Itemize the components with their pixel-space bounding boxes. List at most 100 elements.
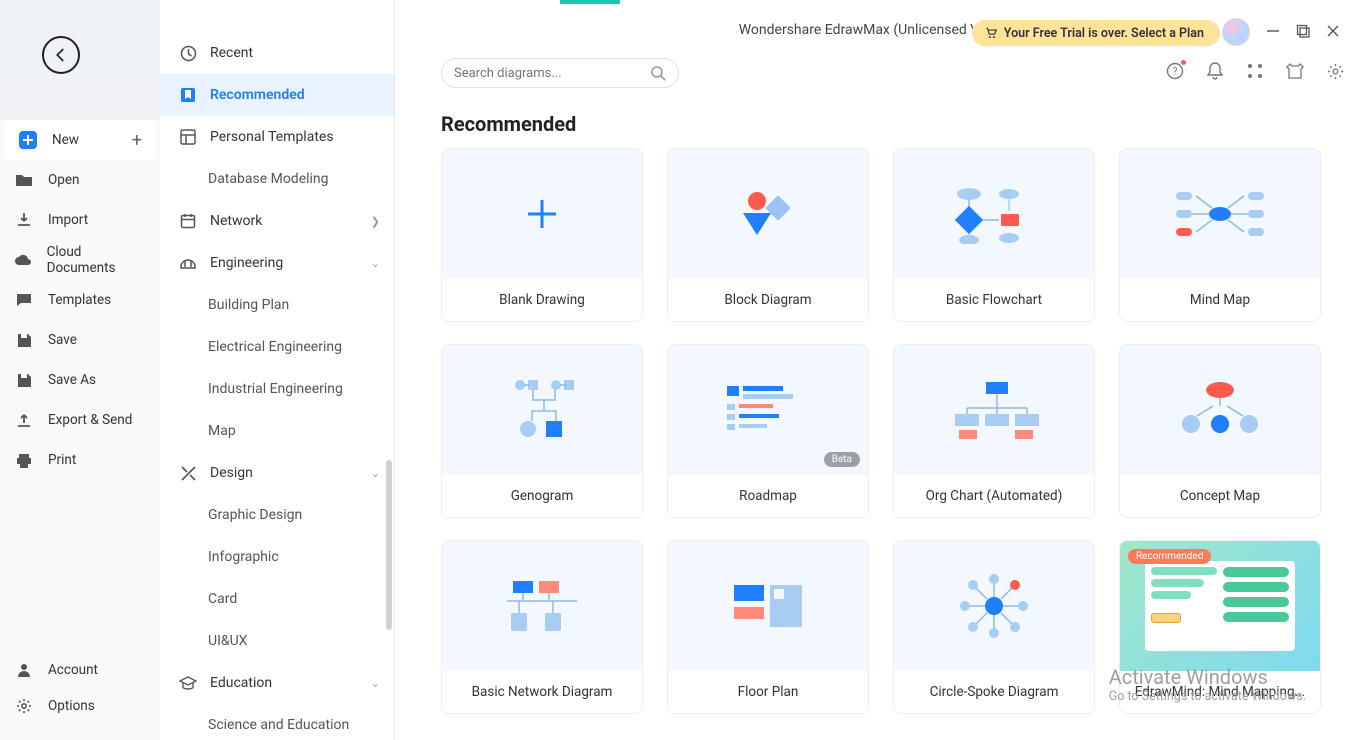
scrollbar[interactable]	[386, 460, 392, 630]
title-accent	[560, 0, 620, 4]
left-item-new[interactable]: New +	[4, 120, 156, 160]
search-input[interactable]	[454, 66, 650, 81]
template-card-net[interactable]: Basic Network Diagram	[441, 540, 643, 714]
label: Open	[48, 172, 79, 188]
avatar[interactable]	[1222, 18, 1250, 46]
plus-square-icon	[18, 130, 38, 150]
left-item-options[interactable]: Options	[0, 688, 160, 724]
template-card-blank[interactable]: Blank Drawing	[441, 148, 643, 322]
window-maximize[interactable]	[1296, 24, 1310, 38]
left-item-import[interactable]: Import	[0, 200, 160, 240]
layout-icon	[178, 127, 198, 147]
chevron-right-icon: ❯	[371, 215, 380, 228]
category-item-map[interactable]: Map	[160, 410, 394, 452]
template-label: Genogram	[442, 475, 642, 517]
calendar-icon	[178, 211, 198, 231]
search-box[interactable]	[441, 58, 679, 88]
bookmark-icon	[178, 85, 198, 105]
label: Database Modeling	[208, 171, 329, 187]
template-card-road[interactable]: BetaRoadmap	[667, 344, 869, 518]
folder-icon	[14, 170, 34, 190]
template-label: Blank Drawing	[442, 279, 642, 321]
app-title: Wondershare EdrawMax (Unlicensed Version…	[395, 22, 1366, 38]
left-rail-list: New + Open Import Cloud Documents Templa…	[0, 120, 160, 480]
toolbar-icons: ?	[1166, 62, 1344, 80]
label: Education	[210, 675, 272, 691]
left-item-cloud[interactable]: Cloud Documents	[0, 240, 160, 280]
template-label: Floor Plan	[668, 671, 868, 713]
left-item-saveas[interactable]: Save As	[0, 360, 160, 400]
apps-icon[interactable]	[1246, 62, 1264, 80]
category-item-network[interactable]: Network❯	[160, 200, 394, 242]
template-card-geno[interactable]: Genogram	[441, 344, 643, 518]
back-button[interactable]	[42, 36, 80, 74]
chevron-down-icon: ⌄	[371, 677, 380, 690]
template-card-org[interactable]: Org Chart (Automated)	[893, 344, 1095, 518]
upload-icon	[14, 410, 34, 430]
left-rail: New + Open Import Cloud Documents Templa…	[0, 0, 160, 740]
tshirt-icon[interactable]	[1286, 62, 1304, 80]
left-item-account[interactable]: Account	[0, 652, 160, 688]
template-label: Concept Map	[1120, 475, 1320, 517]
plus-icon[interactable]: +	[132, 130, 142, 151]
bell-icon[interactable]	[1206, 62, 1224, 80]
left-item-export[interactable]: Export & Send	[0, 400, 160, 440]
label: Print	[48, 452, 76, 468]
category-item-graphic[interactable]: Graphic Design	[160, 494, 394, 536]
left-item-templates[interactable]: Templates	[0, 280, 160, 320]
template-card-floor[interactable]: Floor Plan	[667, 540, 869, 714]
category-item-card[interactable]: Card	[160, 578, 394, 620]
left-item-save[interactable]: Save	[0, 320, 160, 360]
grad-icon	[178, 673, 198, 693]
category-item-elec[interactable]: Electrical Engineering	[160, 326, 394, 368]
window-minimize[interactable]	[1266, 24, 1280, 38]
arrow-left-icon	[52, 46, 70, 64]
category-item-dbmodel[interactable]: Database Modeling	[160, 158, 394, 200]
title-bar: Wondershare EdrawMax (Unlicensed Version…	[395, 0, 1366, 56]
template-card-spoke[interactable]: Circle-Spoke Diagram	[893, 540, 1095, 714]
trial-text: Your Free Trial is over. Select a Plan	[1004, 26, 1204, 41]
template-label: Mind Map	[1120, 279, 1320, 321]
template-card-edrawmind[interactable]: RecommendedEdrawMind: Mind Mapping...	[1119, 540, 1321, 714]
help-icon[interactable]: ?	[1166, 62, 1184, 80]
category-item-recent[interactable]: Recent	[160, 32, 394, 74]
label: Design	[210, 465, 253, 481]
category-item-design[interactable]: Design⌄	[160, 452, 394, 494]
design-icon	[178, 463, 198, 483]
template-card-concept[interactable]: Concept Map	[1119, 344, 1321, 518]
category-item-education[interactable]: Education ⌄	[160, 662, 394, 704]
template-card-flow[interactable]: Basic Flowchart	[893, 148, 1095, 322]
category-item-infog[interactable]: Infographic	[160, 536, 394, 578]
left-item-print[interactable]: Print	[0, 440, 160, 480]
category-item-indus[interactable]: Industrial Engineering	[160, 368, 394, 410]
window-close[interactable]	[1326, 24, 1340, 38]
trial-banner[interactable]: Your Free Trial is over. Select a Plan	[972, 20, 1220, 46]
gear-icon[interactable]	[1326, 62, 1344, 80]
template-label: EdrawMind: Mind Mapping...	[1120, 671, 1320, 713]
label: Recent	[210, 45, 253, 61]
label: UI&UX	[208, 633, 247, 649]
main-area: Wondershare EdrawMax (Unlicensed Version…	[395, 0, 1366, 740]
category-item-engineering[interactable]: Engineering ⌄	[160, 242, 394, 284]
label: New	[52, 132, 79, 148]
label: Cloud Documents	[47, 244, 146, 276]
chevron-down-icon: ⌄	[371, 257, 380, 270]
left-item-open[interactable]: Open	[0, 160, 160, 200]
label: Export & Send	[48, 412, 132, 428]
category-item-uiux[interactable]: UI&UX	[160, 620, 394, 662]
label: Engineering	[210, 255, 283, 271]
category-item-sciedu[interactable]: Science and Education	[160, 704, 394, 740]
label: Card	[208, 591, 237, 607]
left-rail-bottom: Account Options	[0, 652, 160, 724]
category-item-personal[interactable]: Personal Templates	[160, 116, 394, 158]
category-item-building[interactable]: Building Plan	[160, 284, 394, 326]
template-card-block[interactable]: Block Diagram	[667, 148, 869, 322]
label: Science and Education	[208, 717, 349, 733]
label: Templates	[48, 292, 111, 308]
template-thumb	[894, 345, 1094, 475]
cart-icon	[984, 26, 998, 40]
template-card-mind[interactable]: Mind Map	[1119, 148, 1321, 322]
template-label: Block Diagram	[668, 279, 868, 321]
category-item-recommended[interactable]: Recommended	[160, 74, 394, 116]
badge: Beta	[824, 452, 860, 467]
